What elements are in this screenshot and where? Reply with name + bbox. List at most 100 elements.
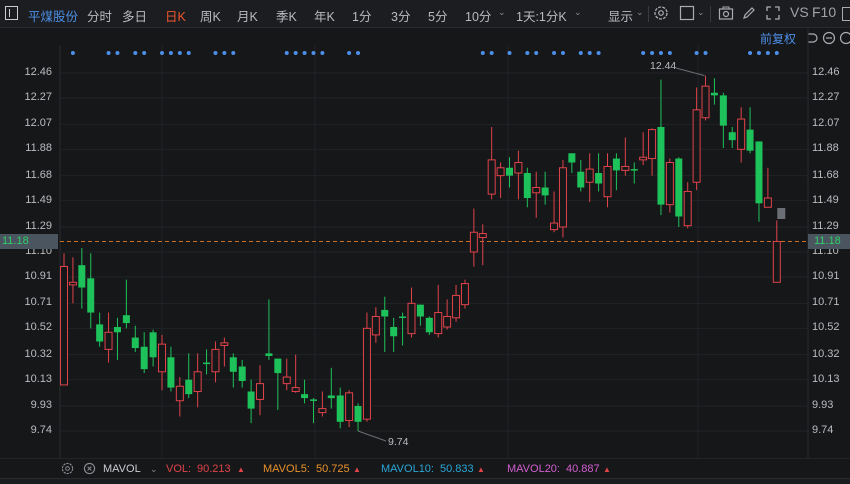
price-tick-label: 12.27 [812, 91, 840, 103]
candle-body [416, 304, 424, 317]
candle-body [719, 95, 727, 126]
event-marker-dot [320, 51, 325, 55]
price-tick-label: 9.74 [812, 424, 834, 436]
candle-body [478, 233, 487, 239]
candle-body [327, 395, 335, 399]
price-tick-label: 11.88 [25, 142, 52, 155]
chevron-down-icon[interactable]: ⌄ [150, 464, 158, 475]
event-marker-dot [222, 51, 227, 55]
low-pointer-line [357, 430, 387, 442]
price-tick-label: 11.29 [812, 219, 839, 232]
candle-body [78, 265, 86, 288]
candle-body [701, 85, 710, 119]
event-marker-dot [552, 51, 557, 55]
event-marker-dot [650, 51, 655, 55]
mavol10-value: 50.833 [440, 463, 474, 475]
mavol10-label: MAVOL10: [381, 463, 434, 475]
candlestick-chart[interactable] [0, 0, 850, 458]
indicator-select[interactable]: MAVOL [103, 463, 141, 475]
current-bar-marker [777, 208, 786, 219]
candle-body [371, 315, 380, 336]
candle-body [309, 399, 317, 401]
candle-body [318, 408, 327, 414]
event-marker-dot [177, 51, 182, 55]
mavol20-label: MAVOL20: [507, 463, 560, 475]
event-marker-dot [748, 51, 753, 55]
event-marker-dot [347, 51, 352, 55]
price-tick-label: 12.07 [812, 117, 840, 130]
candle-body [238, 366, 246, 381]
event-marker-dot [756, 51, 761, 55]
candle-body [425, 317, 433, 333]
candle-body [683, 190, 692, 227]
price-tick-label: 11.68 [25, 168, 52, 181]
price-tick-label: 12.27 [24, 91, 52, 103]
event-marker-dot [507, 51, 512, 55]
candle-body [675, 158, 683, 217]
price-tick-label: 10.32 [24, 347, 52, 360]
candle-body [175, 385, 184, 402]
event-marker-dot [658, 51, 663, 55]
event-marker-dot [231, 51, 236, 55]
event-marker-dot [142, 51, 147, 55]
event-marker-dot [560, 51, 565, 55]
price-tick-label: 11.29 [25, 219, 52, 232]
candle-body [558, 167, 567, 228]
candle-body [247, 391, 255, 409]
candle-body [585, 168, 594, 183]
event-marker-dot [160, 51, 165, 55]
event-marker-dot [302, 51, 307, 55]
candle-body [68, 281, 77, 286]
price-tick-label: 11.49 [25, 193, 52, 206]
candle-body [282, 376, 291, 385]
price-tick-label: 10.13 [812, 372, 840, 385]
candle-body [399, 316, 407, 318]
price-tick-label: 10.32 [812, 347, 840, 360]
candle-body [301, 394, 309, 399]
price-tick-label: 10.52 [812, 321, 840, 334]
mavol5-value: 50.725 [316, 463, 350, 475]
event-marker-dot [480, 51, 485, 55]
candle-body [443, 315, 452, 328]
price-tick-label: 10.71 [24, 296, 52, 309]
high-price-label: 12.44 [650, 60, 677, 72]
indicator-bar: MAVOL ⌄ VOL: 90.213 ▲ MAVOL5: 50.725 ▲ M… [0, 458, 850, 478]
low-price-label: 9.74 [388, 436, 409, 448]
candle-body [728, 132, 736, 141]
candle-body [577, 171, 585, 188]
candle-body [229, 357, 237, 372]
event-marker-dot [596, 51, 601, 55]
candle-body [291, 387, 300, 393]
candle-body [336, 395, 344, 422]
candle-body [158, 343, 167, 373]
candle-body [354, 405, 362, 422]
candle-body [755, 141, 763, 204]
candle-body [203, 362, 211, 365]
close-circle-icon[interactable] [83, 462, 96, 475]
price-tick-label: 11.88 [812, 142, 839, 155]
price-tick-label: 12.07 [24, 117, 52, 130]
event-marker-dot [765, 51, 770, 55]
gear-icon[interactable] [61, 462, 74, 475]
candle-body [710, 92, 718, 96]
event-marker-dot [534, 51, 539, 55]
price-tick-label: 10.52 [24, 321, 52, 334]
candle-body [390, 327, 398, 337]
price-tick-label: 11.49 [812, 193, 839, 206]
candle-body [665, 162, 674, 206]
event-marker-dot [703, 51, 708, 55]
event-marker-dot [311, 51, 316, 55]
candle-body [595, 173, 603, 184]
candle-body [185, 379, 193, 395]
event-marker-dot [133, 51, 138, 55]
event-marker-dot [168, 51, 173, 55]
event-marker-dot [667, 51, 672, 55]
candle-body [746, 129, 754, 151]
vol-value: 90.213 [197, 463, 231, 475]
candle-body [523, 173, 531, 199]
current-price-tag-left: 11.18 [0, 234, 58, 249]
price-tick-label: 9.74 [30, 424, 52, 436]
trend-up-icon: ▲ [603, 465, 611, 474]
candle-body [140, 346, 148, 370]
candle-body [381, 309, 389, 317]
